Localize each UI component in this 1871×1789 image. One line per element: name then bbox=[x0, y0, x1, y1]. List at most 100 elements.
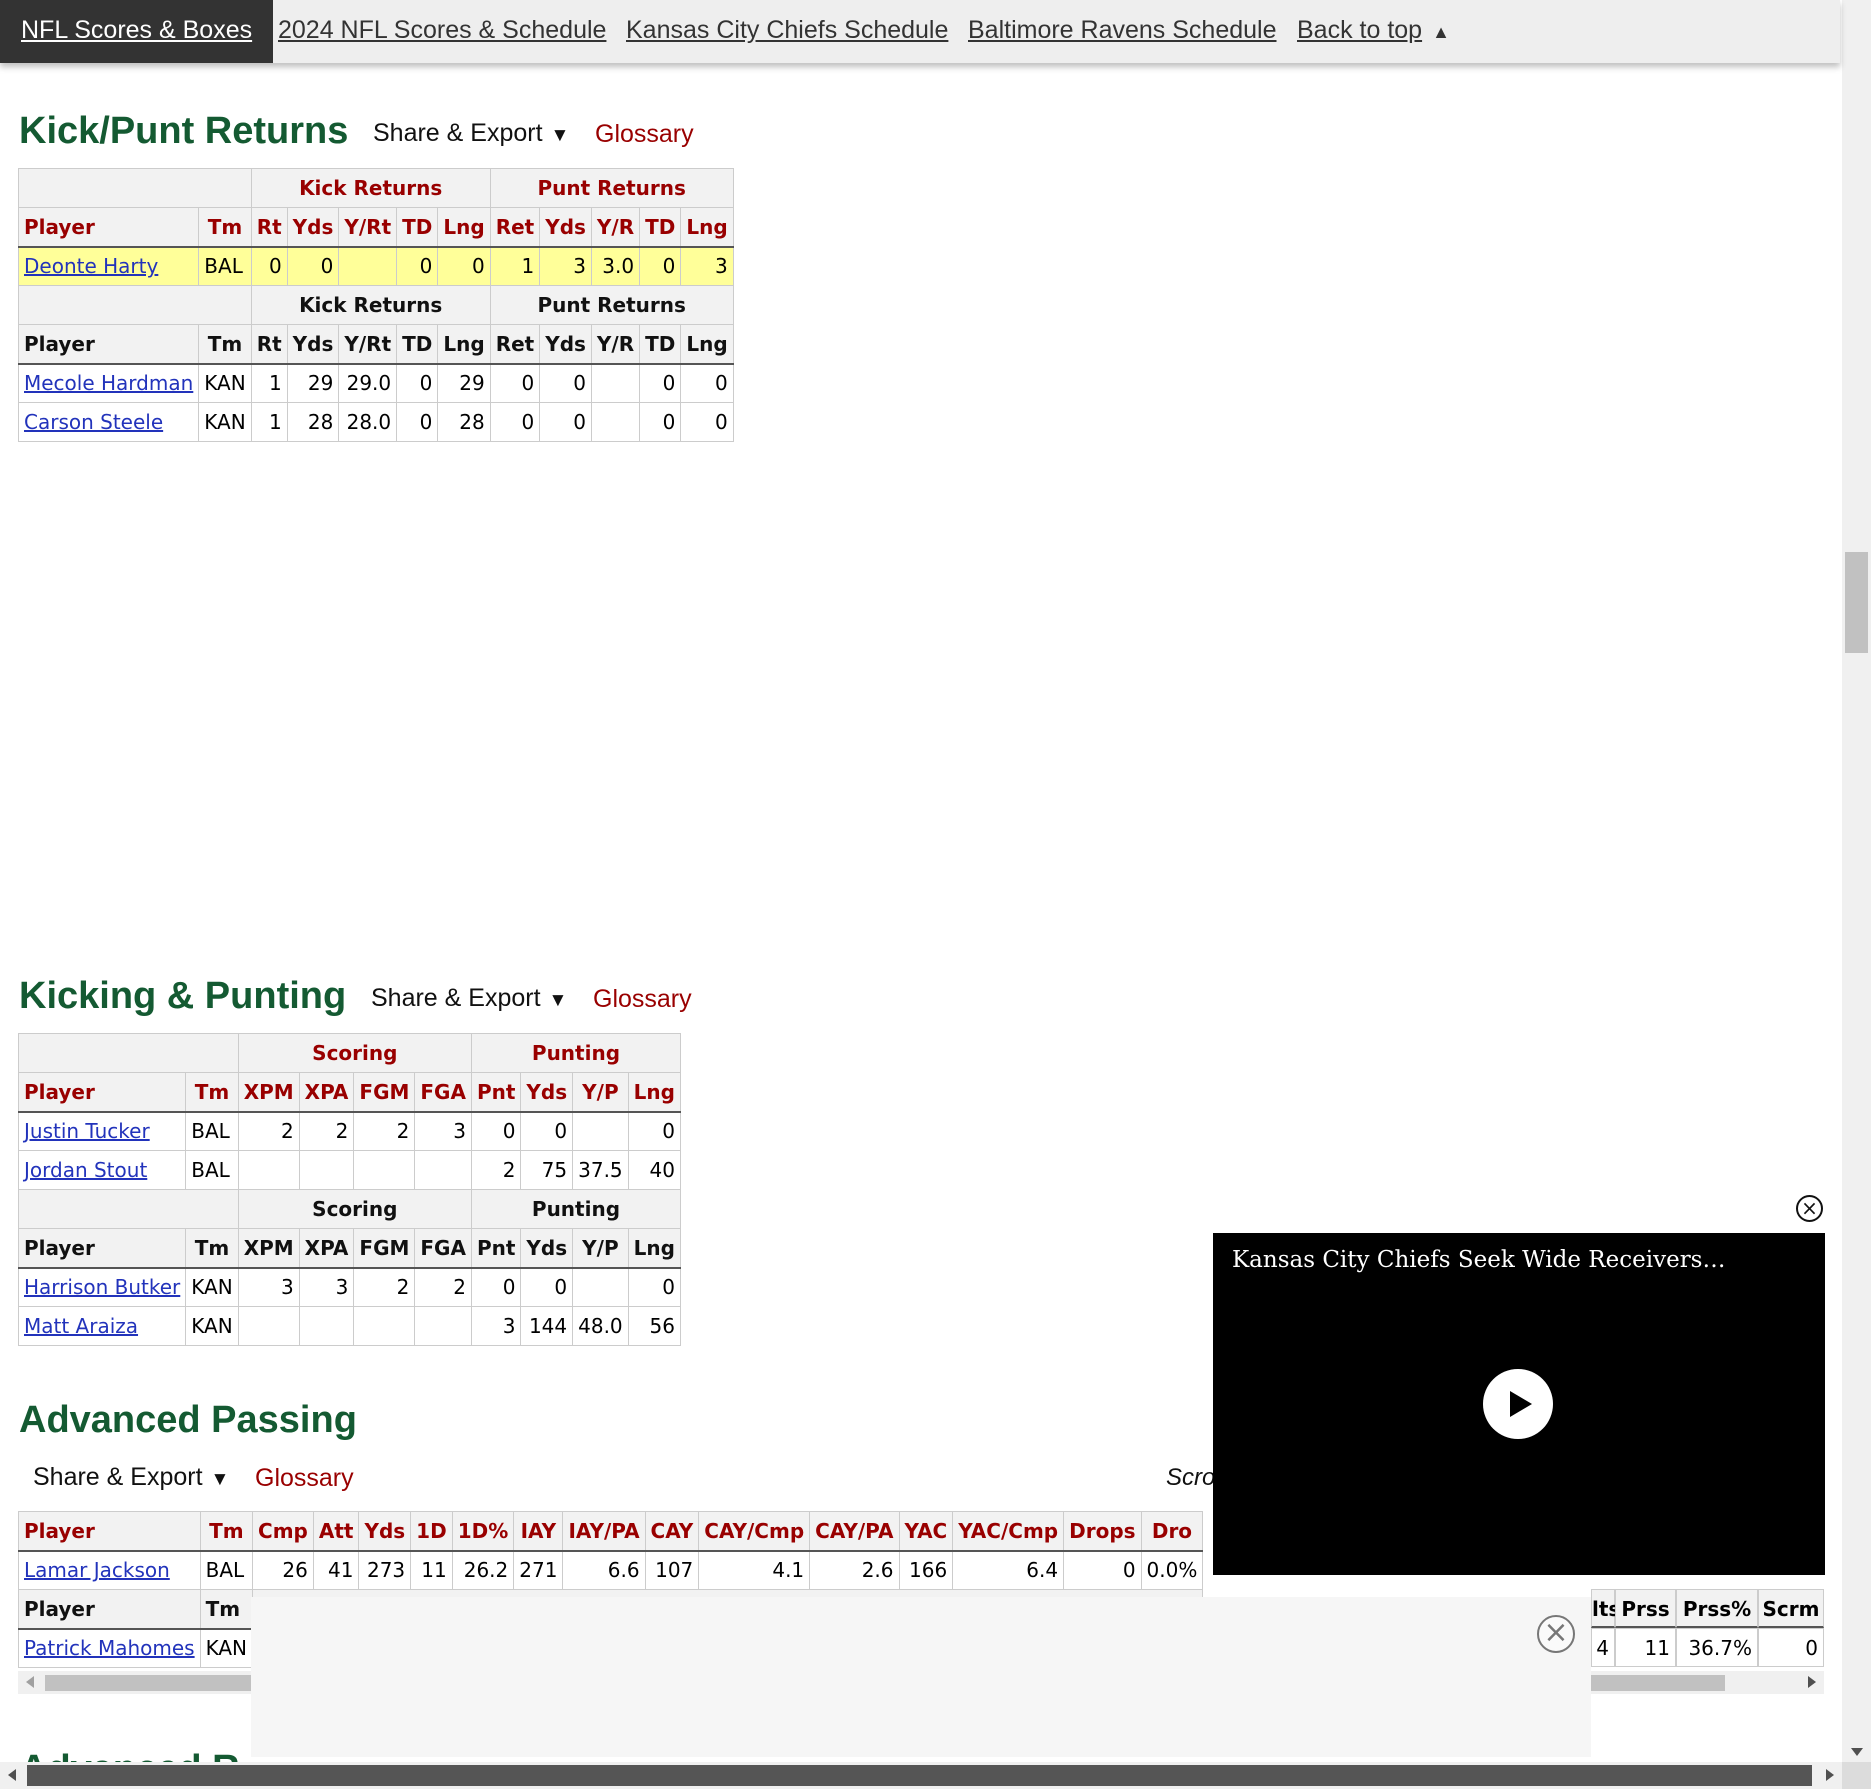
player-link[interactable]: Justin Tucker bbox=[24, 1119, 150, 1143]
nav-chiefs-schedule[interactable]: Kansas City Chiefs Schedule bbox=[626, 0, 948, 63]
column-header[interactable]: Yds bbox=[286, 207, 340, 248]
page-horizontal-scrollbar[interactable] bbox=[0, 1762, 1842, 1789]
column-header[interactable]: FGM bbox=[353, 1072, 416, 1113]
column-header[interactable]: Prss bbox=[1615, 1589, 1676, 1628]
returns-glossary-link[interactable]: Glossary bbox=[595, 120, 694, 149]
column-header[interactable]: Lng bbox=[437, 207, 491, 248]
column-header[interactable]: Pnt bbox=[470, 1228, 522, 1269]
column-header[interactable]: Yds bbox=[520, 1072, 574, 1113]
column-header[interactable]: Tm bbox=[198, 324, 252, 365]
column-header[interactable]: Lng bbox=[680, 207, 734, 248]
column-header[interactable]: Player bbox=[18, 1511, 201, 1552]
group-header: Punt Returns bbox=[489, 168, 734, 208]
nav-ravens-schedule[interactable]: Baltimore Ravens Schedule bbox=[968, 0, 1277, 63]
column-header[interactable]: Player bbox=[17, 324, 200, 365]
column-header[interactable]: 1D bbox=[410, 1511, 453, 1552]
player-link[interactable]: Lamar Jackson bbox=[24, 1558, 170, 1582]
column-header[interactable]: YAC bbox=[898, 1511, 954, 1552]
column-header[interactable]: 1D% bbox=[451, 1511, 515, 1552]
column-header[interactable]: Ret bbox=[489, 207, 541, 248]
column-header[interactable]: Yds bbox=[358, 1511, 412, 1552]
column-header[interactable]: Player bbox=[18, 1589, 201, 1630]
column-header[interactable]: Att bbox=[312, 1511, 360, 1552]
close-ad-icon[interactable]: × bbox=[1537, 1615, 1575, 1653]
column-header[interactable]: Y/Rt bbox=[338, 324, 398, 365]
column-header[interactable]: TD bbox=[396, 207, 439, 248]
column-header[interactable]: TD bbox=[639, 324, 682, 365]
column-header[interactable]: Dro bbox=[1140, 1511, 1204, 1552]
player-link[interactable]: Deonte Harty bbox=[24, 254, 158, 278]
player-link[interactable]: Carson Steele bbox=[24, 410, 163, 434]
column-header[interactable]: Y/Rt bbox=[338, 207, 398, 248]
column-header[interactable]: IAY/PA bbox=[562, 1511, 646, 1552]
column-header[interactable]: Tm bbox=[199, 1589, 254, 1630]
scroll-right-arrow-icon[interactable] bbox=[1826, 1769, 1834, 1781]
player-link[interactable]: Mecole Hardman bbox=[24, 371, 193, 395]
column-header[interactable]: Lng bbox=[627, 1228, 681, 1269]
column-header[interactable]: XPA bbox=[298, 1072, 355, 1113]
column-header[interactable]: Scrm bbox=[1758, 1589, 1824, 1628]
column-header[interactable]: XPM bbox=[237, 1072, 300, 1113]
scroll-down-arrow-icon[interactable] bbox=[1851, 1748, 1863, 1756]
column-header[interactable]: CAY/Cmp bbox=[698, 1511, 811, 1552]
column-header[interactable]: CAY/PA bbox=[809, 1511, 900, 1552]
returns-share-export-button[interactable]: Share & Export ▼ bbox=[373, 119, 569, 148]
column-header[interactable]: Lng bbox=[437, 324, 491, 365]
page-vertical-scrollbar[interactable] bbox=[1842, 0, 1871, 1762]
kicking-glossary-link[interactable]: Glossary bbox=[593, 985, 692, 1014]
column-header[interactable]: Rt bbox=[250, 207, 288, 248]
column-header[interactable]: XPA bbox=[298, 1228, 355, 1269]
player-link[interactable]: Patrick Mahomes bbox=[24, 1636, 195, 1660]
player-link[interactable]: Matt Araiza bbox=[24, 1314, 138, 1338]
horizontal-scroll-thumb[interactable] bbox=[27, 1765, 1812, 1786]
adv-passing-glossary-link[interactable]: Glossary bbox=[255, 1464, 354, 1493]
adv-passing-share-export-button[interactable]: Share & Export ▼ bbox=[33, 1463, 229, 1492]
column-header[interactable]: Yds bbox=[286, 324, 340, 365]
column-header[interactable]: CAY bbox=[644, 1511, 700, 1552]
column-header[interactable]: Pnt bbox=[470, 1072, 522, 1113]
nav-nfl-scores-boxes[interactable]: NFL Scores & Boxes bbox=[0, 0, 274, 63]
column-header[interactable]: FGA bbox=[414, 1228, 472, 1269]
column-header[interactable]: Tm bbox=[199, 1511, 254, 1552]
nav-back-to-top[interactable]: Back to top ▲ bbox=[1297, 0, 1450, 63]
column-header[interactable]: Prss% bbox=[1676, 1589, 1758, 1628]
column-header[interactable]: Lng bbox=[680, 324, 734, 365]
scroll-right-arrow-icon[interactable] bbox=[1808, 1676, 1816, 1688]
column-header[interactable]: FGM bbox=[353, 1228, 416, 1269]
column-header[interactable]: Tm bbox=[198, 207, 252, 248]
column-header[interactable]: Lng bbox=[627, 1072, 681, 1113]
column-header[interactable]: TD bbox=[639, 207, 682, 248]
scroll-left-arrow-icon[interactable] bbox=[8, 1769, 16, 1781]
kicking-share-export-button[interactable]: Share & Export ▼ bbox=[371, 984, 567, 1013]
column-header[interactable]: Player bbox=[17, 1072, 187, 1113]
nav-2024-nfl-scores-schedule[interactable]: 2024 NFL Scores & Schedule bbox=[278, 0, 606, 63]
column-header[interactable]: Yds bbox=[539, 207, 592, 248]
vertical-scroll-thumb[interactable] bbox=[1845, 552, 1868, 653]
column-header[interactable]: Drops bbox=[1063, 1511, 1142, 1552]
play-icon[interactable] bbox=[1483, 1369, 1553, 1439]
column-header[interactable]: IAY bbox=[513, 1511, 564, 1552]
column-header[interactable]: Y/P bbox=[572, 1228, 629, 1269]
player-link[interactable]: Jordan Stout bbox=[24, 1158, 147, 1182]
column-header[interactable]: Tm bbox=[185, 1228, 239, 1269]
column-header[interactable]: TD bbox=[396, 324, 439, 365]
column-header[interactable]: Tm bbox=[185, 1072, 239, 1113]
column-header[interactable]: lts bbox=[1591, 1589, 1620, 1628]
column-header[interactable]: Ret bbox=[489, 324, 541, 365]
column-header[interactable]: Yds bbox=[539, 324, 592, 365]
player-link[interactable]: Harrison Butker bbox=[24, 1275, 180, 1299]
scroll-left-arrow-icon[interactable] bbox=[26, 1676, 34, 1688]
column-header[interactable]: XPM bbox=[237, 1228, 300, 1269]
column-header[interactable]: FGA bbox=[414, 1072, 472, 1113]
column-header[interactable]: Y/R bbox=[590, 324, 641, 365]
column-header[interactable]: Cmp bbox=[252, 1511, 314, 1552]
column-header[interactable]: Yds bbox=[520, 1228, 574, 1269]
column-header[interactable]: Y/R bbox=[590, 207, 641, 248]
column-header[interactable]: Rt bbox=[250, 324, 288, 365]
video-player[interactable]: Kansas City Chiefs Seek Wide Receivers… bbox=[1213, 1233, 1825, 1575]
column-header[interactable]: Player bbox=[17, 207, 200, 248]
column-header[interactable]: YAC/Cmp bbox=[952, 1511, 1065, 1552]
column-header[interactable]: Player bbox=[17, 1228, 187, 1269]
close-video-icon[interactable]: × bbox=[1796, 1195, 1823, 1222]
column-header[interactable]: Y/P bbox=[572, 1072, 629, 1113]
